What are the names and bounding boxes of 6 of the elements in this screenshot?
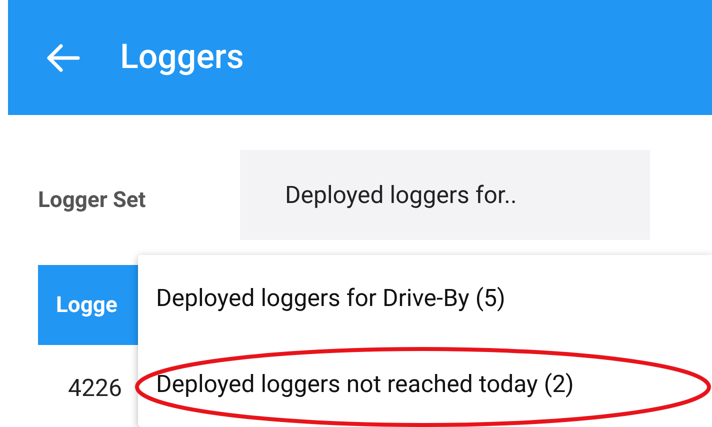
logger-id: 4226 <box>68 373 123 404</box>
app-bar-title: Loggers <box>120 36 244 79</box>
logger-set-label: Logger Set <box>38 186 147 214</box>
logger-set-dropdown[interactable]: Deployed loggers for.. <box>240 150 650 240</box>
menu-item[interactable]: Deployed loggers for Drive-By (5) <box>156 280 506 316</box>
back-arrow-icon[interactable] <box>46 42 80 72</box>
